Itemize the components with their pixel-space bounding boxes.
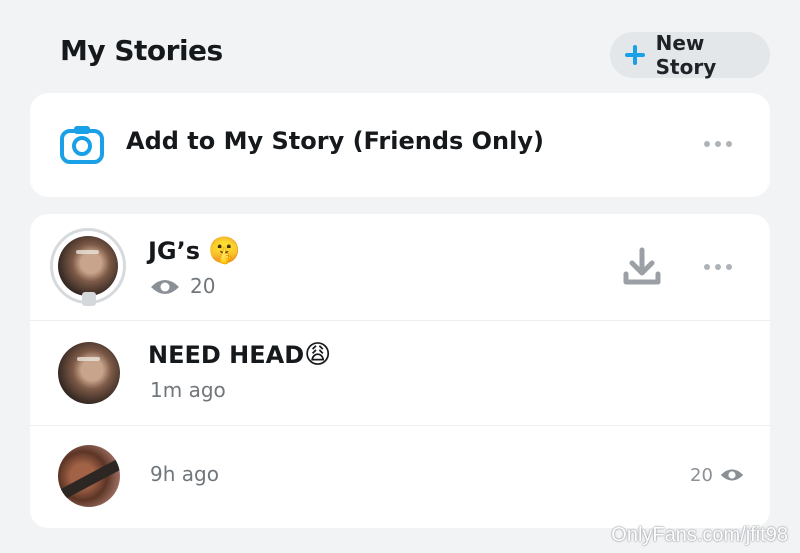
story-thumbnail <box>58 236 118 296</box>
story-thumbnail <box>58 342 120 404</box>
camera-icon <box>60 126 104 164</box>
eye-icon <box>151 280 179 294</box>
stories-list: JG’s 🤫 20 NEED HEAD😩 1m ago 9h ago 20 <box>30 214 770 528</box>
eye-icon <box>720 469 744 481</box>
lock-icon <box>82 292 96 306</box>
story-title: NEED HEAD😩 <box>148 340 331 370</box>
add-to-story-label: Add to My Story (Friends Only) <box>126 127 544 155</box>
page-title: My Stories <box>60 34 223 67</box>
story-title-emoji: 😩 <box>304 340 332 370</box>
watermark: OnlyFans.com/jfit98 <box>611 524 788 546</box>
story-title-text: JG’s <box>148 237 201 265</box>
story-time: 9h ago <box>150 462 219 486</box>
story-row[interactable]: 9h ago 20 <box>30 425 770 528</box>
story-title-emoji: 🤫 <box>208 236 241 266</box>
more-options-icon[interactable] <box>704 141 732 149</box>
add-to-story-card[interactable]: Add to My Story (Friends Only) <box>30 93 770 197</box>
story-row[interactable]: JG’s 🤫 20 <box>30 214 770 321</box>
new-story-label: New Story <box>655 31 717 79</box>
view-count: 20 <box>190 274 216 298</box>
new-story-button[interactable]: New Story <box>610 31 770 79</box>
view-count: 20 <box>690 465 713 486</box>
stories-header: My Stories New Story <box>0 0 800 92</box>
story-thumbnail <box>58 445 120 507</box>
story-title-text: NEED HEAD <box>148 341 305 369</box>
download-icon[interactable] <box>622 246 662 288</box>
more-options-icon[interactable] <box>704 264 732 272</box>
story-row[interactable]: NEED HEAD😩 1m ago <box>30 320 770 426</box>
plus-icon <box>624 44 646 66</box>
story-time: 1m ago <box>150 378 226 402</box>
story-title: JG’s 🤫 <box>148 236 241 266</box>
